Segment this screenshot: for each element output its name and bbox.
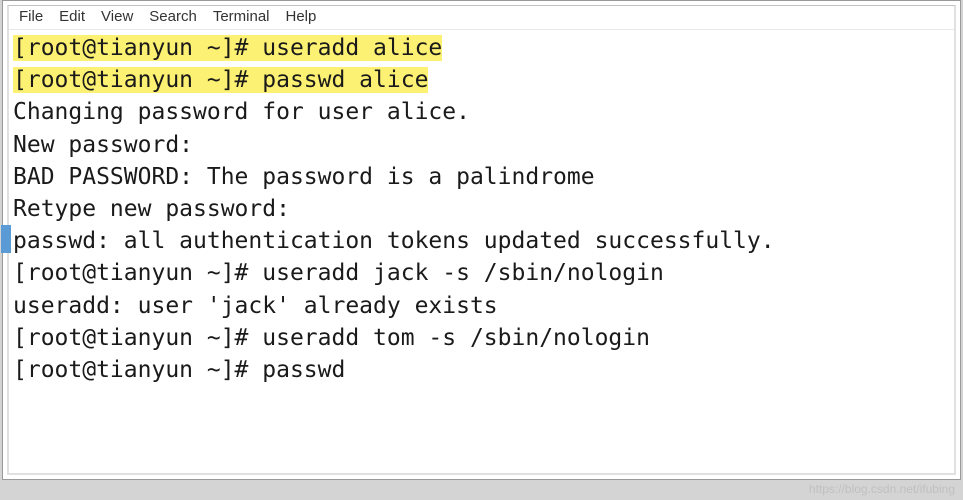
outer-frame: File Edit View Search Terminal Help [roo… xyxy=(2,0,961,480)
terminal-content[interactable]: [root@tianyun ~]# useradd alice [root@ti… xyxy=(9,30,954,388)
terminal-window: File Edit View Search Terminal Help [roo… xyxy=(7,5,956,475)
terminal-line: useradd: user 'jack' already exists xyxy=(13,293,498,319)
menu-file[interactable]: File xyxy=(19,8,43,25)
terminal-line: BAD PASSWORD: The password is a palindro… xyxy=(13,164,595,190)
highlighted-line-1: [root@tianyun ~]# useradd alice xyxy=(13,35,442,61)
terminal-line: passwd: all authentication tokens update… xyxy=(13,228,775,254)
watermark: https://blog.csdn.net/ifubing xyxy=(809,482,955,496)
menu-search[interactable]: Search xyxy=(149,8,197,25)
terminal-line: New password: xyxy=(13,132,193,158)
terminal-line: Retype new password: xyxy=(13,196,290,222)
menu-edit[interactable]: Edit xyxy=(59,8,85,25)
menu-terminal[interactable]: Terminal xyxy=(213,8,270,25)
terminal-line: Changing password for user alice. xyxy=(13,99,470,125)
menu-help[interactable]: Help xyxy=(286,8,317,25)
terminal-line: [root@tianyun ~]# passwd xyxy=(13,357,345,383)
highlighted-line-2: [root@tianyun ~]# passwd alice xyxy=(13,67,428,93)
terminal-line: [root@tianyun ~]# useradd jack -s /sbin/… xyxy=(13,260,664,286)
side-tab xyxy=(1,225,11,253)
menu-view[interactable]: View xyxy=(101,8,133,25)
terminal-line: [root@tianyun ~]# useradd tom -s /sbin/n… xyxy=(13,325,650,351)
menubar: File Edit View Search Terminal Help xyxy=(9,6,954,30)
